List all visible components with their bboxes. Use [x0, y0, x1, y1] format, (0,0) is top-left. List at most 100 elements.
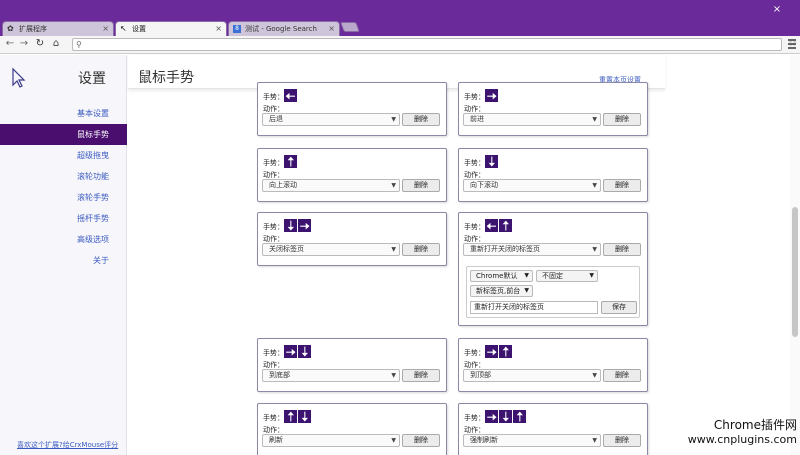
- watermark: Chrome插件网 www.cnplugins.com: [688, 418, 797, 447]
- menu-icon[interactable]: [788, 39, 796, 49]
- action-select-value: 后退: [269, 115, 283, 123]
- puzzle-icon: ✿: [7, 24, 14, 33]
- arrow-right-icon: [284, 345, 297, 358]
- tab-label: 设置: [132, 25, 146, 33]
- action-select[interactable]: 前进 ▼: [463, 113, 601, 126]
- new-tab-button[interactable]: [340, 22, 360, 32]
- chevron-down-icon: ▼: [391, 246, 396, 253]
- delete-button[interactable]: 删除: [603, 369, 641, 382]
- sidebar: 设置 基本设置 鼠标手势 超级拖曳 滚轮功能 滚轮手势 摇杆手势 高级选项 关于…: [0, 55, 127, 455]
- action-select-value: 重新打开关闭的标签页: [470, 245, 540, 253]
- action-select[interactable]: 到底部 ▼: [262, 369, 400, 382]
- watermark-line1: Chrome插件网: [713, 418, 797, 432]
- chevron-down-icon: ▼: [592, 437, 597, 444]
- action-select[interactable]: 后退 ▼: [262, 113, 400, 126]
- watermark-line2: www.cnplugins.com: [687, 433, 797, 446]
- gesture-arrows: [485, 155, 499, 168]
- window-close-icon[interactable]: ×: [772, 5, 782, 15]
- sidebar-item-advanced[interactable]: 高级选项: [0, 229, 127, 250]
- sidebar-item-about[interactable]: 关于: [0, 250, 127, 271]
- address-bar[interactable]: ⚲ ☆: [72, 38, 797, 51]
- chevron-down-icon: ▼: [391, 372, 396, 379]
- action-select[interactable]: 向下滚动 ▼: [463, 179, 601, 192]
- gesture-label: 手势：: [464, 223, 485, 231]
- tab-close-icon[interactable]: ×: [102, 22, 109, 36]
- gesture-row: 手势：: [464, 89, 499, 103]
- gesture-row: 手势：: [263, 345, 312, 359]
- back-icon[interactable]: ←: [4, 38, 16, 50]
- action-select[interactable]: 到顶部 ▼: [463, 369, 601, 382]
- home-icon[interactable]: ⌂: [50, 38, 62, 50]
- page-title: 鼠标手势: [138, 70, 194, 86]
- gesture-row: 手势：: [263, 89, 298, 103]
- sidebar-item-super-drag[interactable]: 超级拖曳: [0, 145, 127, 166]
- open-position-select[interactable]: Chrome默认 ▼: [470, 270, 533, 282]
- tab-close-icon[interactable]: ×: [328, 22, 335, 36]
- action-select[interactable]: 重新打开关闭的标签页 ▼: [463, 243, 601, 256]
- arrow-up-icon: [284, 410, 297, 423]
- browser-toolbar: ← → ↻ ⌂ ⚲ ☆: [0, 36, 800, 54]
- action-name-input[interactable]: 重新打开关闭的标签页: [470, 301, 598, 314]
- sidebar-item-wheel-gestures[interactable]: 滚轮手势: [0, 187, 127, 208]
- gesture-card: 手势： 动作： 到底部 ▼ 删除: [257, 338, 447, 392]
- sidebar-item-wheel-function[interactable]: 滚轮功能: [0, 166, 127, 187]
- sidebar-item-basic[interactable]: 基本设置: [0, 103, 127, 124]
- crxmouse-logo-icon: [10, 67, 28, 89]
- gesture-label: 手势：: [263, 223, 284, 231]
- delete-button[interactable]: 删除: [603, 243, 641, 256]
- delete-button[interactable]: 删除: [603, 113, 641, 126]
- gesture-card: 手势： 动作： 关闭标签页 ▼ 删除: [257, 212, 447, 266]
- search-icon: ⚲: [76, 40, 82, 49]
- delete-button[interactable]: 删除: [603, 434, 641, 447]
- gesture-card: 手势： 动作： 刷新 ▼ 删除: [257, 403, 447, 455]
- delete-button[interactable]: 删除: [603, 179, 641, 192]
- cursor-icon: ↖: [120, 24, 127, 33]
- arrow-right-icon: [485, 410, 498, 423]
- gesture-label: 手势：: [464, 159, 485, 167]
- action-select-value: 强制刷新: [470, 436, 498, 444]
- gesture-row: 手势：: [263, 410, 312, 424]
- gesture-card: 手势： 动作： 向上滚动 ▼ 删除: [257, 148, 447, 202]
- arrow-up-icon: [499, 345, 512, 358]
- google-icon: 8: [233, 25, 241, 33]
- arrow-down-icon: [298, 345, 311, 358]
- gesture-card: 手势： 动作： 强制刷新 ▼ 删除: [458, 403, 648, 455]
- action-select[interactable]: 关闭标签页 ▼: [262, 243, 400, 256]
- action-select[interactable]: 向上滚动 ▼: [262, 179, 400, 192]
- gesture-row: 手势：: [464, 345, 513, 359]
- scrollbar-thumb[interactable]: [792, 207, 798, 337]
- action-select[interactable]: 刷新 ▼: [262, 434, 400, 447]
- gesture-label: 手势：: [464, 414, 485, 422]
- gesture-arrows: [284, 219, 312, 232]
- action-select[interactable]: 强制刷新 ▼: [463, 434, 601, 447]
- tab-google-search[interactable]: 8 测试 - Google Search ×: [228, 21, 340, 36]
- sidebar-item-mouse-gestures[interactable]: 鼠标手势: [0, 124, 127, 145]
- rate-extension-link[interactable]: 喜欢这个扩展?给CrxMouse评分: [17, 440, 118, 450]
- gesture-row: 手势：: [464, 219, 513, 233]
- delete-button[interactable]: 删除: [402, 243, 440, 256]
- gesture-card: 手势： 动作： 到顶部 ▼ 删除: [458, 338, 648, 392]
- tab-settings[interactable]: ↖ 设置 ×: [115, 21, 227, 36]
- gesture-label: 手势：: [464, 93, 485, 101]
- chevron-down-icon: ▼: [592, 246, 597, 253]
- delete-button[interactable]: 删除: [402, 369, 440, 382]
- scrollbar[interactable]: [790, 55, 800, 455]
- action-select-value: 向上滚动: [269, 181, 297, 189]
- sidebar-item-rocker-gestures[interactable]: 摇杆手势: [0, 208, 127, 229]
- reload-icon[interactable]: ↻: [34, 38, 46, 50]
- title-bar: ×: [0, 0, 800, 20]
- forward-icon[interactable]: →: [18, 38, 30, 50]
- save-button[interactable]: 保存: [601, 301, 637, 314]
- delete-button[interactable]: 删除: [402, 179, 440, 192]
- arrow-down-icon: [284, 219, 297, 232]
- delete-button[interactable]: 删除: [402, 113, 440, 126]
- delete-button[interactable]: 删除: [402, 434, 440, 447]
- arrow-right-icon: [485, 89, 498, 102]
- tab-close-icon[interactable]: ×: [215, 22, 222, 36]
- arrow-right-icon: [485, 345, 498, 358]
- action-select-value: 前进: [470, 115, 484, 123]
- tab-extensions[interactable]: ✿ 扩展程序 ×: [2, 21, 114, 36]
- pin-select[interactable]: 不固定 ▼: [536, 270, 598, 282]
- tab-mode-select[interactable]: 新标签页,前台 ▼: [470, 285, 533, 297]
- gesture-label: 手势：: [464, 349, 485, 357]
